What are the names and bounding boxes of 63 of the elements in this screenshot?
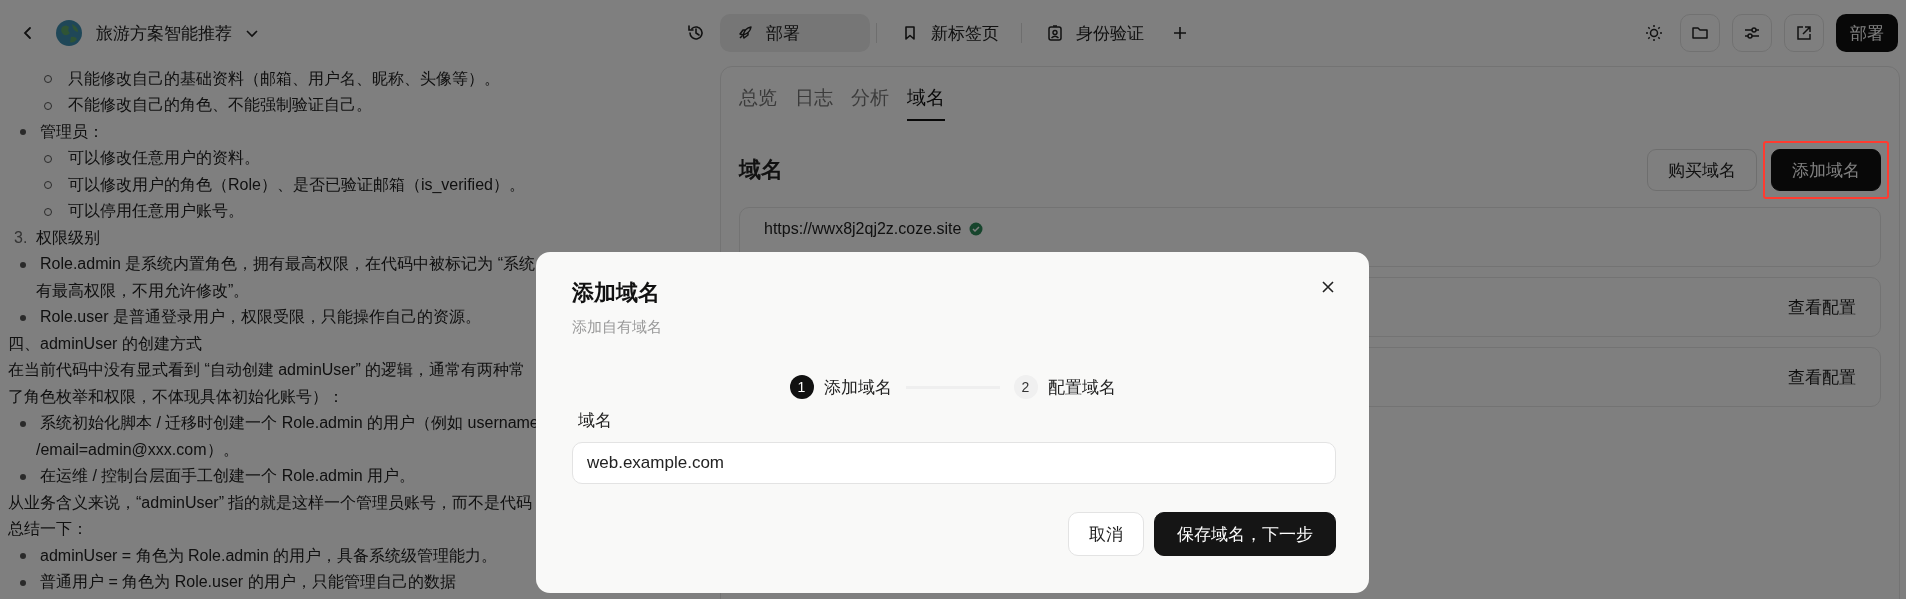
step-label: 添加域名	[823, 376, 892, 399]
document-text: 管理员：	[40, 121, 104, 142]
document-text: 四、adminUser 的创建方式	[8, 333, 202, 354]
page-tab[interactable]: 身份验证	[1030, 14, 1160, 52]
document-text: 了角色枚举和权限，不体现具体初始化账号）：	[8, 386, 344, 407]
document-text: 在运维 / 控制台层面手工创建一个 Role.admin 用户。	[40, 466, 416, 487]
bullet-icon	[20, 314, 26, 321]
document-text: 有最高权限，不用允许修改”。	[36, 280, 250, 301]
section-tab[interactable]: 域名	[907, 77, 945, 121]
document-text: 在当前代码中没有显式看到 “自动创建 adminUser” 的逻辑，通常有两种常	[8, 360, 526, 381]
bullet-icon	[20, 129, 26, 136]
view-config-link[interactable]: 查看配置	[1788, 365, 1856, 389]
view-config-link[interactable]: 查看配置	[1788, 295, 1856, 319]
section-tab[interactable]: 分析	[851, 77, 889, 121]
domain-button[interactable]: 添加域名	[1771, 149, 1881, 191]
history-icon[interactable]	[686, 23, 706, 43]
document-text: 可以修改用户的角色（Role）、是否已验证邮箱（is_verified）。	[68, 174, 525, 195]
document-text: 系统初始化脚本 / 迁移时创建一个 Role.admin 的用户（例如 username	[40, 413, 539, 434]
step-label: 配置域名	[1047, 376, 1116, 399]
deploy-button[interactable]: 部署	[1836, 14, 1898, 52]
section-heading: 域名	[739, 156, 783, 184]
document-text: 权限级别	[36, 227, 100, 248]
section-tab[interactable]: 日志	[795, 77, 833, 121]
dialog-button[interactable]: 取消	[1068, 512, 1144, 556]
document-text: 总结一下：	[8, 519, 88, 540]
page-tab[interactable]: 新标签页	[885, 14, 1015, 52]
folder-button[interactable]	[1680, 14, 1720, 52]
bullet-icon	[20, 473, 26, 480]
globe-icon	[54, 18, 84, 48]
domain-url: https://wwx8j2qj2z.coze.site	[764, 220, 962, 238]
bullet-icon	[20, 420, 26, 427]
settings-button[interactable]	[1732, 14, 1772, 52]
plus-icon[interactable]	[1172, 25, 1188, 41]
bullet-icon	[20, 579, 26, 586]
domain-input-field[interactable]: web.example.com	[572, 442, 1336, 484]
domain-button[interactable]: 购买域名	[1647, 149, 1757, 191]
dialog-title: 添加域名	[572, 279, 660, 307]
document-text: 不能修改自己的角色、不能强制验证自己。	[68, 95, 372, 116]
project-title[interactable]: 旅游方案智能推荐	[96, 21, 232, 45]
external-link-icon	[1794, 23, 1814, 43]
rocket-icon	[736, 24, 754, 42]
document-text: 可以停用任意用户账号。	[68, 201, 244, 222]
field-label: 域名	[578, 410, 612, 432]
list-number: 3.	[14, 229, 29, 248]
open-external-button[interactable]	[1784, 14, 1824, 52]
bullet-icon	[20, 261, 26, 268]
step-number: 1	[789, 375, 814, 399]
document-text: 只能修改自己的基础资料（邮箱、用户名、昵称、头像等）。	[68, 68, 500, 89]
bullet-icon	[20, 553, 26, 560]
id-badge-icon	[1046, 24, 1064, 42]
page-tab[interactable]: 部署	[720, 14, 870, 52]
dialog-button[interactable]: 保存域名，下一步	[1154, 512, 1336, 556]
document-text: Role.user 是普通登录用户，权限受限，只能操作自己的资源。	[40, 307, 481, 328]
document-text: 可以修改任意用户的资料。	[68, 148, 260, 169]
document-text: adminUser = 角色为 Role.admin 的用户，具备系统级管理能力。	[40, 545, 498, 566]
section-tab[interactable]: 总览	[739, 77, 777, 121]
document-text: /email=admin@xxx.com）。	[36, 439, 239, 460]
dialog-subtitle: 添加自有域名	[572, 318, 662, 337]
sun-icon[interactable]	[1644, 23, 1664, 43]
document-text: 普通用户 = 角色为 Role.user 的用户，只能管理自己的数据	[40, 572, 456, 593]
document-text: Role.admin 是系统内置角色，拥有最高权限，在代码中被标记为 “系统	[40, 254, 536, 275]
step-number: 2	[1013, 375, 1038, 399]
document-text: 从业务含义来说，“adminUser” 指的就是这样一个管理员账号，而不是代码	[8, 492, 533, 513]
